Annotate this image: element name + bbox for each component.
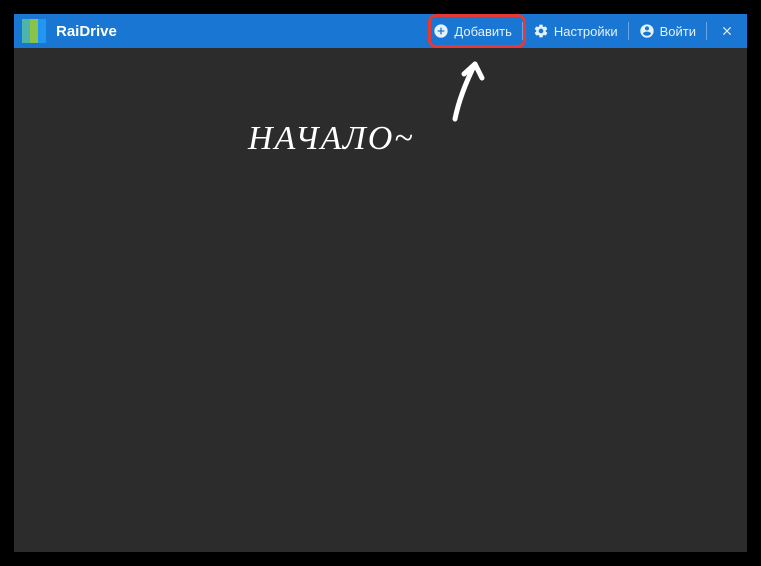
close-button[interactable] [707,14,747,48]
titlebar: RaiDrive Добавить Настройки Войти [14,14,747,48]
add-button[interactable]: Добавить [423,14,521,48]
app-logo-icon [22,19,46,43]
application-window: RaiDrive Добавить Настройки Войти [14,14,747,552]
login-button-label: Войти [660,24,696,39]
login-button[interactable]: Войти [629,14,706,48]
user-circle-icon [639,23,655,39]
close-icon [720,24,734,38]
main-content-area [14,48,747,552]
settings-button-label: Настройки [554,24,618,39]
add-button-label: Добавить [454,24,511,39]
plus-circle-icon [433,23,449,39]
settings-button[interactable]: Настройки [523,14,628,48]
gear-icon [533,23,549,39]
app-name: RaiDrive [56,23,117,40]
